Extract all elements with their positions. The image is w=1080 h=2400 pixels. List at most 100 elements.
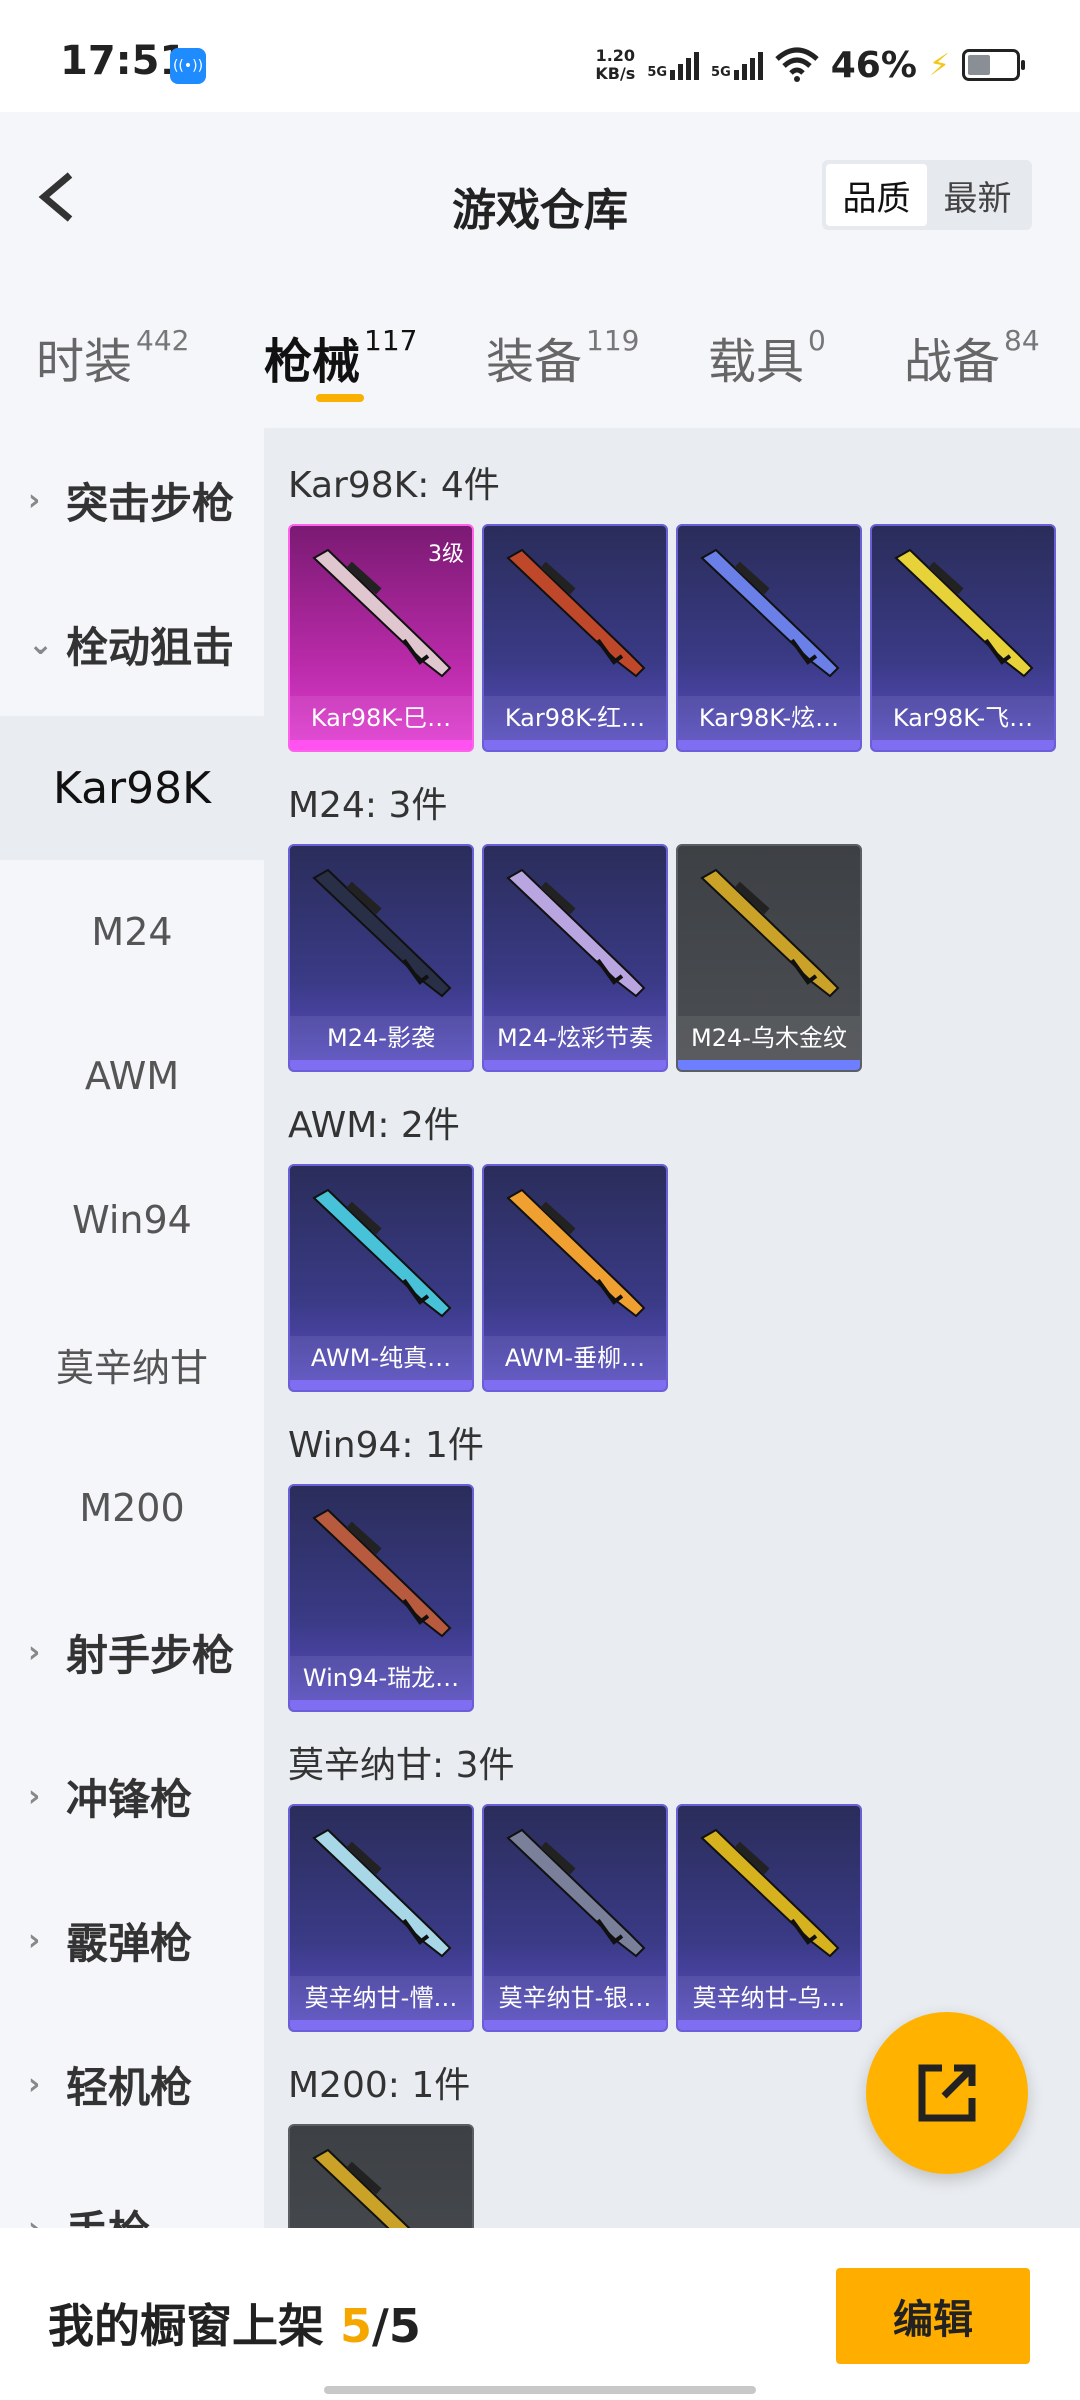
weapon-grid: Kar98K: 4件 3级 Kar98K-巳… Kar98K-红… Kar98K-炫… K… [264, 428, 1080, 2228]
weapon-name: M24-影袭 [290, 1016, 472, 1060]
home-indicator[interactable] [324, 2386, 756, 2394]
tab-fashion[interactable]: 时装 442 [36, 322, 189, 392]
chevron-right-icon: › [28, 1778, 41, 1814]
chevron-right-icon: › [28, 1634, 41, 1670]
hotspot-icon: ((•)) [170, 48, 206, 84]
battery-percent: 46% [830, 44, 917, 86]
group-title: Win94: 1件 [288, 1425, 484, 1466]
sidebar-item-label: 轻机枪 [66, 2062, 193, 2112]
status-time: 17:51 [60, 38, 188, 84]
weapon-name: 莫辛纳甘-懵… [290, 1976, 472, 2020]
rifle-icon [894, 548, 1034, 678]
tab-count: 84 [1004, 324, 1040, 357]
weapon-card[interactable]: M24-炫彩节奏 [482, 844, 668, 1072]
rarity-bar [484, 740, 666, 750]
weapon-name: M24-炫彩节奏 [484, 1016, 666, 1060]
sidebar-item-label: 手枪 [66, 2198, 150, 2229]
tab-count: 119 [586, 324, 640, 357]
sidebar-item[interactable]: › 手枪 [0, 2156, 264, 2229]
sidebar-item-label: Win94 [72, 1198, 192, 1242]
tab-label: 装备 [486, 334, 583, 390]
showcase-status: 我的橱窗上架 5/5 [48, 2290, 421, 2356]
rarity-bar [484, 2020, 666, 2030]
header: 游戏仓库 品质 最新 [0, 112, 1080, 282]
bottom-bar: 我的橱窗上架 5/5 编辑 [0, 2228, 1080, 2400]
sidebar-item-label: 射手步枪 [66, 1630, 235, 1680]
tab-vehicles[interactable]: 载具 0 [708, 322, 826, 392]
sidebar-item[interactable]: › 射手步枪 [0, 1580, 264, 1724]
sidebar-item[interactable]: › 突击步枪 [0, 428, 264, 572]
status-right: 1.20 KB/s 5G 5G 46% ⚡ [595, 40, 1025, 90]
rarity-bar [290, 1060, 472, 1070]
wifi-icon [775, 47, 819, 82]
rifle-icon [506, 548, 646, 678]
rarity-bar [678, 740, 860, 750]
sidebar-item-label: M200 [79, 1486, 185, 1530]
sidebar-item[interactable]: Win94 [0, 1148, 264, 1292]
weapon-card[interactable]: M24-影袭 [288, 844, 474, 1072]
share-icon [918, 2064, 976, 2122]
rifle-icon [506, 868, 646, 998]
rarity-bar [290, 2020, 472, 2030]
weapon-card[interactable]: Kar98K-炫… [676, 524, 862, 752]
sort-latest[interactable]: 最新 [927, 164, 1028, 226]
weapon-card[interactable]: Kar98K-红… [482, 524, 668, 752]
sidebar-item[interactable]: AWM [0, 1004, 264, 1148]
share-button[interactable] [866, 2012, 1028, 2174]
weapon-card[interactable]: 3级 Kar98K-巳… [288, 524, 474, 752]
rarity-bar [290, 1380, 472, 1390]
weapon-name: AWM-纯真… [290, 1336, 472, 1380]
tab-count: 0 [808, 324, 826, 357]
tab-label: 载具 [708, 334, 805, 390]
weapon-name: Kar98K-巳… [290, 696, 472, 740]
weapon-card[interactable]: 莫辛纳甘-乌… [676, 1804, 862, 2032]
weapon-card[interactable]: Win94-瑞龙… [288, 1484, 474, 1712]
sidebar-item-label: M24 [91, 910, 173, 954]
rifle-icon [312, 1508, 452, 1638]
sidebar-item[interactable]: 莫辛纳甘 [0, 1292, 264, 1436]
weapon-name: AWM-垂柳… [484, 1336, 666, 1380]
sidebar-item[interactable]: M200 [0, 1436, 264, 1580]
sidebar-item[interactable]: M24 [0, 860, 264, 1004]
level-badge: 3级 [428, 542, 464, 567]
edit-button[interactable]: 编辑 [836, 2268, 1030, 2364]
weapon-card[interactable]: 莫辛纳甘-懵… [288, 1804, 474, 2032]
group-title: M200: 1件 [288, 2065, 471, 2106]
tab-count: 117 [364, 324, 418, 357]
weapon-card[interactable] [288, 2124, 474, 2228]
weapon-name: 莫辛纳甘-乌… [678, 1976, 860, 2020]
tab-supplies[interactable]: 战备 84 [904, 322, 1040, 392]
sidebar-item-label: 霰弹枪 [66, 1918, 193, 1968]
tab-weapons[interactable]: 枪械 117 [264, 322, 417, 392]
sidebar-item-label: 冲锋枪 [66, 1774, 193, 1824]
weapon-card[interactable]: M24-乌木金纹 [676, 844, 862, 1072]
net-speed-value: 1.20 [595, 46, 636, 65]
sidebar-item-label: 突击步枪 [66, 478, 235, 528]
rarity-bar [484, 1060, 666, 1070]
rifle-icon [312, 1188, 452, 1318]
tab-equipment[interactable]: 装备 119 [486, 322, 639, 392]
signal-icon-2: 5G [711, 50, 763, 80]
weapon-card[interactable]: AWM-纯真… [288, 1164, 474, 1392]
weapon-card[interactable]: AWM-垂柳… [482, 1164, 668, 1392]
sort-quality[interactable]: 品质 [826, 164, 927, 226]
sidebar-item-label: AWM [84, 1054, 180, 1098]
rarity-bar [290, 1700, 472, 1710]
sidebar-item[interactable]: Kar98K [0, 716, 264, 860]
group-title: AWM: 2件 [288, 1105, 460, 1146]
sidebar: › 突击步枪 ⌄ 栓动狙击 Kar98K M24 AWM Win94 莫辛纳甘 M200 › 射手步枪… [0, 428, 264, 2228]
sidebar-item[interactable]: › 冲锋枪 [0, 1724, 264, 1868]
sidebar-item[interactable]: ⌄ 栓动狙击 [0, 572, 264, 716]
weapon-name: 莫辛纳甘-银… [484, 1976, 666, 2020]
weapon-card[interactable]: Kar98K-飞… [870, 524, 1056, 752]
rarity-bar [678, 2020, 860, 2030]
sidebar-item[interactable]: › 霰弹枪 [0, 1868, 264, 2012]
signal-icon: 5G [647, 50, 700, 80]
sidebar-item[interactable]: › 轻机枪 [0, 2012, 264, 2156]
rifle-icon [506, 1828, 646, 1958]
rifle-icon [700, 868, 840, 998]
category-tabs: 时装 442 枪械 117 装备 119 载具 0 战备 84 [0, 282, 1080, 428]
rifle-icon [312, 868, 452, 998]
rifle-icon [312, 1828, 452, 1958]
weapon-card[interactable]: 莫辛纳甘-银… [482, 1804, 668, 2032]
